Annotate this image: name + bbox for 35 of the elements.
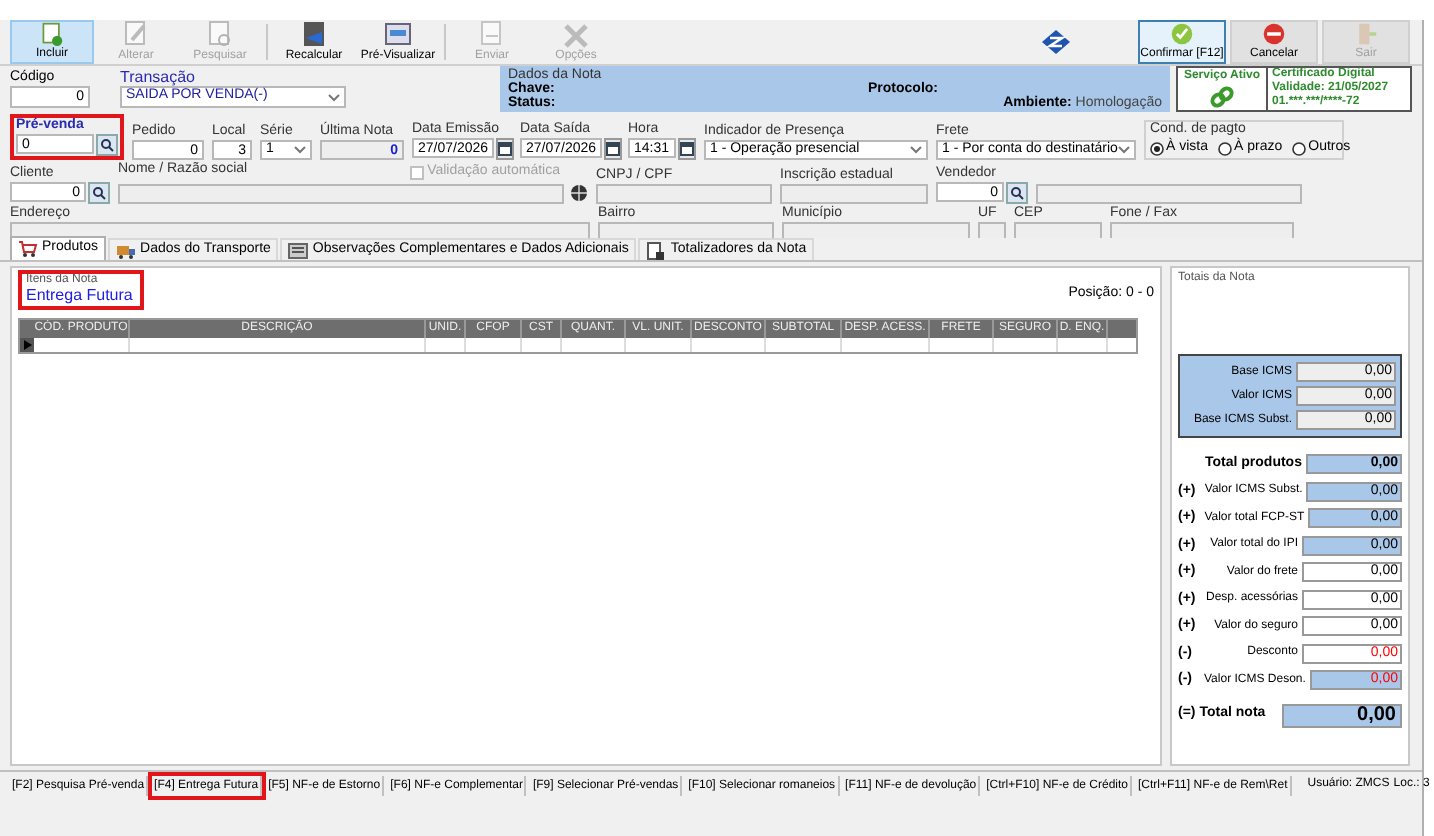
search-button[interactable] xyxy=(88,181,110,203)
prohibited-icon xyxy=(1260,22,1288,46)
search-icon xyxy=(1010,185,1024,199)
truck-icon xyxy=(116,241,137,259)
search-button[interactable] xyxy=(1006,181,1028,203)
radio-empty-icon xyxy=(1218,141,1233,156)
entrega-futura-link[interactable]: Entrega Futura xyxy=(26,286,133,306)
cart-icon xyxy=(18,240,38,258)
search-button[interactable] xyxy=(96,134,118,156)
radio-empty-icon xyxy=(1292,141,1307,156)
radio-selected-icon xyxy=(1150,141,1164,156)
search-icon xyxy=(92,185,106,199)
calendar-button[interactable] xyxy=(604,138,623,160)
check-circle-icon xyxy=(1168,22,1196,46)
diamond-logo-icon xyxy=(1040,28,1072,56)
magnifier-document-icon xyxy=(204,20,236,48)
calendar-icon xyxy=(606,142,621,156)
chain-link-icon xyxy=(1210,86,1234,108)
readonly-field xyxy=(978,221,1006,238)
chevron-down-icon xyxy=(1118,146,1130,154)
preview-window-icon xyxy=(382,20,414,48)
calendar-button[interactable] xyxy=(677,138,696,160)
chevron-down-icon xyxy=(910,146,922,154)
calendar-button[interactable] xyxy=(496,138,515,160)
calendar-icon xyxy=(498,142,513,156)
row-pointer-icon xyxy=(23,340,31,350)
globe-icon xyxy=(570,184,588,202)
calendar-icon xyxy=(679,142,694,156)
readonly-field xyxy=(1014,221,1102,238)
chevron-down-icon xyxy=(328,93,340,101)
report-icon xyxy=(646,241,667,259)
search-icon xyxy=(100,138,114,152)
total-value-field: 0,00 xyxy=(1282,703,1402,727)
chevron-down-icon xyxy=(294,146,306,154)
field-label: Transação xyxy=(120,68,197,86)
